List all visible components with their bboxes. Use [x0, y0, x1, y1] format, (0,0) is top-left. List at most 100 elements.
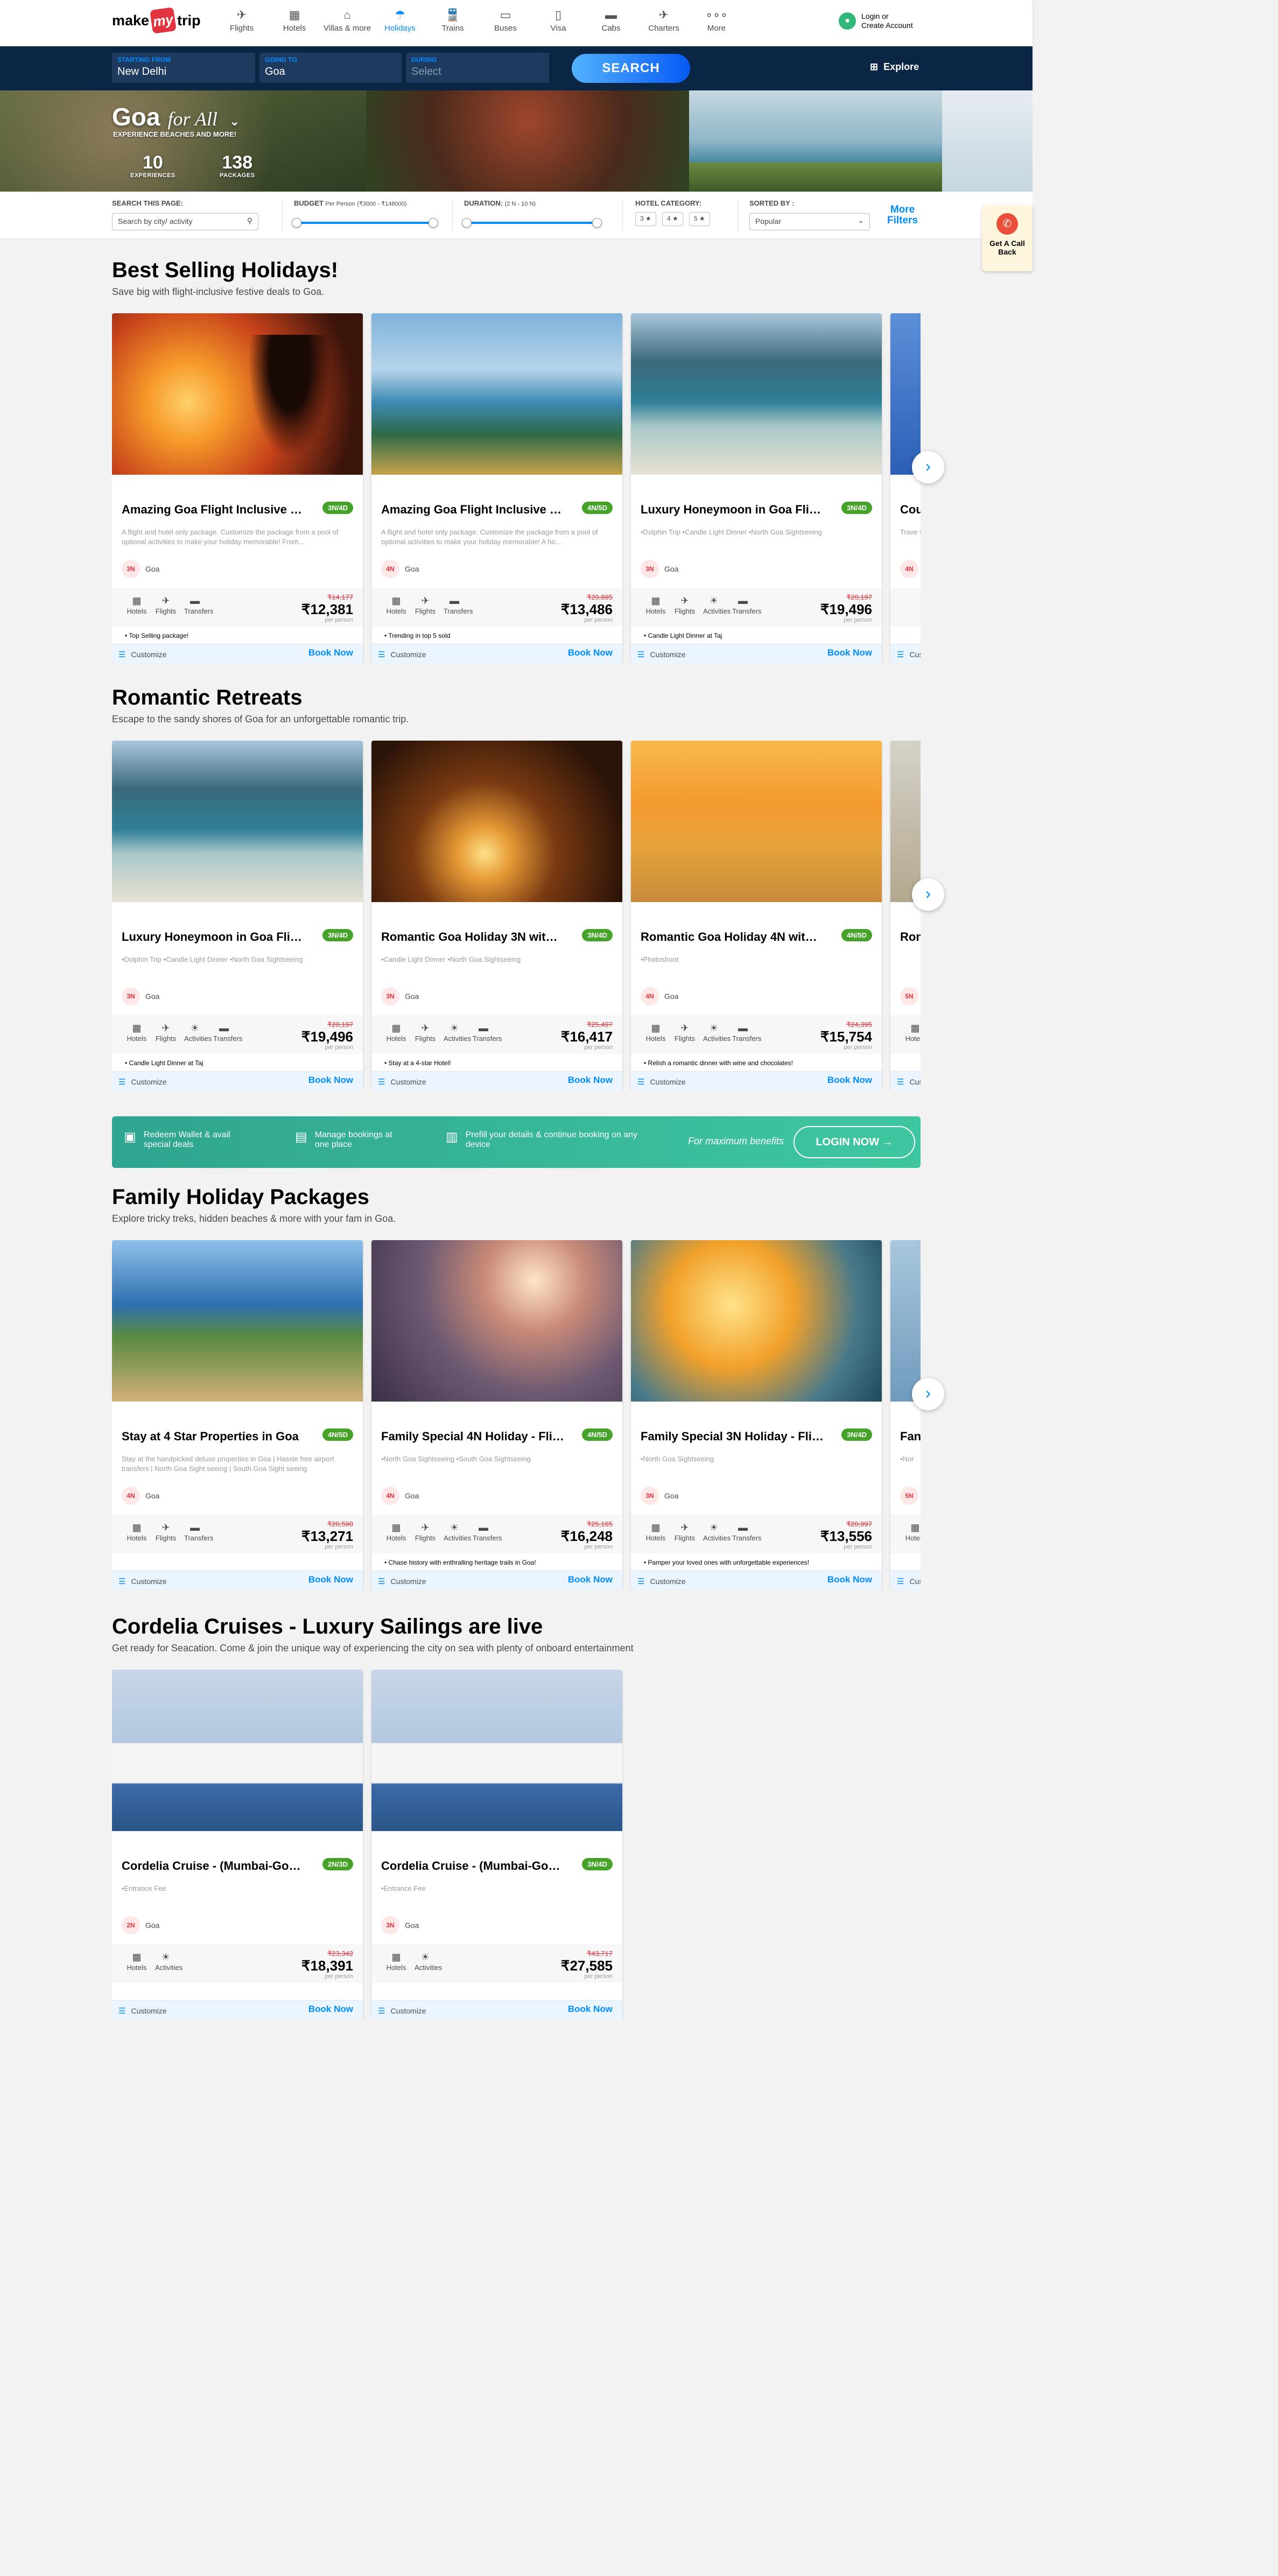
package-card[interactable]: Stay at 4 Star Properties in Goa 4N/5D Sta… — [112, 1240, 363, 1590]
package-title[interactable]: Stay at 4 Star Properties in Goa — [122, 1430, 305, 1444]
package-image[interactable] — [890, 741, 921, 902]
explore-button[interactable]: ⊞ Explore — [870, 61, 919, 73]
nav-item-trains[interactable]: 🚆 Trains — [426, 6, 479, 33]
book-now-button[interactable]: Book Now — [308, 647, 353, 658]
package-title[interactable]: Luxury Honeymoon in Goa Flight Inclusive — [641, 503, 824, 517]
customize-button[interactable]: ☰ Customize — [118, 2006, 167, 2016]
to-field[interactable]: GOING TO Goa — [259, 53, 402, 83]
nav-item-buses[interactable]: ▭ Buses — [479, 6, 532, 33]
package-card[interactable]: Cou Trave thing 4N ☰ Customize — [890, 313, 921, 663]
book-now-button[interactable]: Book Now — [568, 1075, 613, 1086]
package-card[interactable]: Romantic Goa Holiday 3N with Candle Ligh… — [371, 741, 622, 1090]
customize-button[interactable]: ☰ Customize — [378, 2006, 426, 2016]
makemytrip-logo[interactable]: make my trip — [112, 7, 201, 34]
carousel-next-arrow-icon[interactable]: › — [912, 1378, 944, 1410]
package-image[interactable] — [890, 313, 921, 475]
package-image[interactable] — [112, 1670, 363, 1831]
book-now-button[interactable]: Book Now — [308, 1075, 353, 1086]
package-title[interactable]: Cordelia Cruise - (Mumbai-Goa-Mumbai) — [381, 1859, 564, 1873]
package-image[interactable] — [112, 1240, 363, 1402]
package-image[interactable] — [112, 313, 363, 475]
carousel-next-arrow-icon[interactable]: › — [912, 451, 944, 483]
customize-button[interactable]: ☰ Customize — [897, 650, 921, 659]
package-card[interactable]: Luxury Honeymoon in Goa Flight Inclusive… — [112, 741, 363, 1090]
customize-button[interactable]: ☰ Customize — [118, 1576, 167, 1586]
book-now-button[interactable]: Book Now — [827, 647, 872, 658]
book-now-button[interactable]: Book Now — [827, 1075, 872, 1086]
package-image[interactable] — [371, 313, 622, 475]
package-image[interactable] — [631, 313, 882, 475]
call-back-widget[interactable]: ✆ Get A Call Back — [982, 206, 1033, 271]
during-field[interactable]: DURING Select — [406, 53, 549, 83]
package-card[interactable]: Cordelia Cruise - (Mumbai-Goa-Mumbai) 3N/… — [371, 1670, 622, 2019]
customize-button[interactable]: ☰ Customize — [378, 1077, 426, 1087]
package-image[interactable] — [371, 1240, 622, 1402]
package-title[interactable]: Amazing Goa Flight Inclusive Deal — [381, 503, 564, 517]
nav-item-cabs[interactable]: ▬ Cabs — [585, 6, 637, 33]
package-card[interactable]: Luxury Honeymoon in Goa Flight Inclusive… — [631, 313, 882, 663]
carousel-next-arrow-icon[interactable]: › — [912, 878, 944, 911]
nav-item-charters[interactable]: ✈ Charters — [637, 6, 690, 33]
package-card[interactable]: Ron 5N ▦Hotels ☰ Customize — [890, 741, 921, 1090]
customize-button[interactable]: ☰ Customize — [378, 1576, 426, 1586]
from-field[interactable]: STARTING FROM New Delhi — [112, 53, 255, 83]
package-title[interactable]: Family Special 3N Holiday - Flight Inclu… — [641, 1430, 824, 1444]
package-title[interactable]: Cou — [900, 503, 921, 517]
package-card[interactable]: Family Special 3N Holiday - Flight Inclu… — [631, 1240, 882, 1590]
search-button[interactable]: SEARCH — [572, 54, 690, 83]
package-image[interactable] — [890, 1240, 921, 1402]
package-card[interactable]: Amazing Goa Flight Inclusive Deal 4N/5D A … — [371, 313, 622, 663]
package-title[interactable]: Luxury Honeymoon in Goa Flight Inclusive — [122, 930, 305, 944]
duration-slider-max[interactable] — [592, 218, 602, 228]
nav-item-villas-more[interactable]: ⌂ Villas & more — [321, 6, 374, 33]
nav-item-holidays[interactable]: ☂ Holidays — [374, 6, 426, 33]
nav-item-more[interactable]: ∘∘∘ More — [690, 6, 743, 33]
book-now-button[interactable]: Book Now — [308, 2004, 353, 2015]
package-title[interactable]: Amazing Goa Flight Inclusive Deal — [122, 503, 305, 517]
book-now-button[interactable]: Book Now — [308, 1574, 353, 1585]
package-image[interactable] — [631, 1240, 882, 1402]
customize-button[interactable]: ☰ Customize — [897, 1077, 921, 1087]
package-card[interactable]: Fan •Nor 5N ▦Hotels ☰ Customize — [890, 1240, 921, 1590]
package-card[interactable]: Family Special 4N Holiday - Flight Inclu… — [371, 1240, 622, 1590]
book-now-button[interactable]: Book Now — [568, 1574, 613, 1585]
package-title[interactable]: Romantic Goa Holiday 4N with Candle Ligh… — [641, 930, 824, 944]
package-card[interactable]: Cordelia Cruise - (Mumbai-Goa-Mumbai) 2N/… — [112, 1670, 363, 2019]
nav-item-hotels[interactable]: ▦ Hotels — [268, 6, 321, 33]
package-image[interactable] — [371, 1670, 622, 1831]
package-image[interactable] — [371, 741, 622, 902]
package-image[interactable] — [112, 741, 363, 902]
package-card[interactable]: Amazing Goa Flight Inclusive Deal 3N/4D A … — [112, 313, 363, 663]
package-image[interactable] — [631, 741, 882, 902]
nav-item-visa[interactable]: ▯ Visa — [532, 6, 585, 33]
budget-slider-min[interactable] — [292, 218, 301, 228]
package-card[interactable]: Romantic Goa Holiday 4N with Candle Ligh… — [631, 741, 882, 1090]
package-title[interactable]: Romantic Goa Holiday 3N with Candle Ligh… — [381, 930, 564, 944]
book-now-button[interactable]: Book Now — [568, 2004, 613, 2015]
login-now-button[interactable]: LOGIN NOW → — [794, 1126, 915, 1158]
book-now-button[interactable]: Book Now — [568, 647, 613, 658]
more-filters-link[interactable]: More Filters — [887, 205, 918, 226]
nav-item-flights[interactable]: ✈ Flights — [215, 6, 268, 33]
package-title[interactable]: Fan — [900, 1430, 921, 1444]
customize-button[interactable]: ☰ Customize — [897, 1576, 921, 1586]
duration-slider-min[interactable] — [462, 218, 472, 228]
hotel-4-star-chip[interactable]: 4 ★ — [662, 212, 683, 226]
chevron-down-icon[interactable]: ⌄ — [230, 115, 240, 128]
customize-button[interactable]: ☰ Customize — [118, 1077, 167, 1087]
customize-button[interactable]: ☰ Customize — [637, 650, 686, 659]
customize-button[interactable]: ☰ Customize — [637, 1077, 686, 1087]
search-page-input[interactable]: Search by city/ activity ⚲ — [112, 213, 258, 230]
package-title[interactable]: Family Special 4N Holiday - Flight Inclu… — [381, 1430, 564, 1444]
customize-button[interactable]: ☰ Customize — [378, 650, 426, 659]
customize-button[interactable]: ☰ Customize — [118, 650, 167, 659]
hotel-3-star-chip[interactable]: 3 ★ — [635, 212, 656, 226]
sort-select[interactable]: Popular ⌄ — [749, 213, 870, 230]
package-title[interactable]: Cordelia Cruise - (Mumbai-Goa-Mumbai) — [122, 1859, 305, 1873]
book-now-button[interactable]: Book Now — [827, 1574, 872, 1585]
hotel-5-star-chip[interactable]: 5 ★ — [689, 212, 710, 226]
customize-button[interactable]: ☰ Customize — [637, 1576, 686, 1586]
login-button[interactable]: ● Login or Create Account — [839, 12, 913, 30]
budget-slider-max[interactable] — [429, 218, 438, 228]
package-title[interactable]: Ron — [900, 930, 921, 944]
